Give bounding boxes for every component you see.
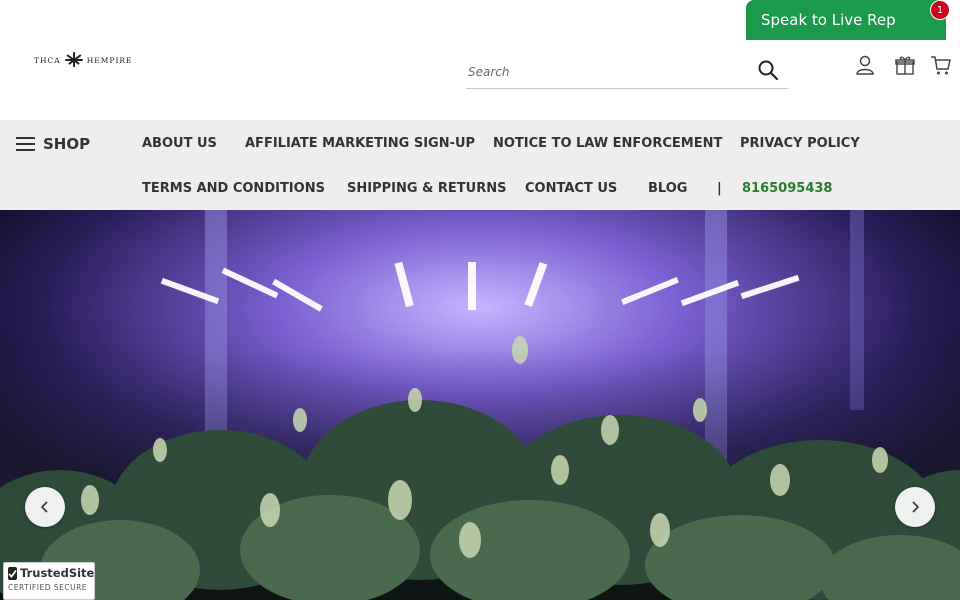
site-header: THCA HEMPIRE Speak to Live Rep 1 — [0, 0, 960, 120]
notification-badge: 1 — [930, 0, 950, 20]
nav-link-affiliate-marketing[interactable]: AFFILIATE MARKETING SIGN-UP — [245, 136, 475, 151]
nav-link-notice-law-enforcement[interactable]: NOTICE TO LAW ENFORCEMENT — [493, 136, 722, 151]
nav-link-terms-and-conditions[interactable]: TERMS AND CONDITIONS — [142, 181, 325, 196]
cannabis-leaf-icon — [64, 52, 83, 68]
account-icon[interactable] — [854, 54, 876, 76]
search-input[interactable] — [468, 62, 738, 82]
logo-text-right: HEMPIRE — [86, 55, 133, 65]
hero-carousel — [0, 210, 960, 600]
speak-to-live-rep-button[interactable]: Speak to Live Rep — [746, 0, 946, 40]
hero-image — [0, 210, 960, 600]
nav-link-blog[interactable]: BLOG — [648, 181, 687, 196]
checkmark-icon — [8, 566, 17, 580]
carousel-next-button[interactable] — [895, 487, 935, 527]
trustedsite-tagline: CERTIFIED SECURE — [8, 583, 88, 592]
nav-phone-link[interactable]: 8165095438 — [742, 181, 832, 196]
nav-link-privacy-policy[interactable]: PRIVACY POLICY — [740, 136, 860, 151]
trustedsite-brand: TrustedSite — [20, 566, 95, 580]
shop-menu-button[interactable]: SHOP — [16, 135, 90, 153]
nav-link-about-us[interactable]: ABOUT US — [142, 136, 217, 151]
chevron-right-icon — [912, 501, 920, 513]
nav-separator: | — [717, 181, 722, 196]
carousel-prev-button[interactable] — [25, 487, 65, 527]
gift-icon[interactable] — [894, 54, 916, 76]
cart-icon[interactable] — [930, 54, 952, 76]
trustedsite-badge[interactable]: TrustedSite CERTIFIED SECURE — [3, 562, 95, 600]
live-rep-label: Speak to Live Rep — [761, 11, 896, 29]
shop-label: SHOP — [43, 135, 91, 153]
search-icon[interactable] — [756, 58, 780, 82]
site-logo[interactable]: THCA HEMPIRE — [34, 52, 133, 68]
hamburger-icon — [16, 137, 35, 151]
nav-link-shipping-returns[interactable]: SHIPPING & RETURNS — [347, 181, 506, 196]
main-nav: SHOP ABOUT US AFFILIATE MARKETING SIGN-U… — [0, 120, 960, 210]
nav-link-contact-us[interactable]: CONTACT US — [525, 181, 617, 196]
search-bar — [466, 56, 788, 89]
chevron-left-icon — [40, 501, 48, 513]
logo-text-left: THCA — [34, 55, 61, 65]
